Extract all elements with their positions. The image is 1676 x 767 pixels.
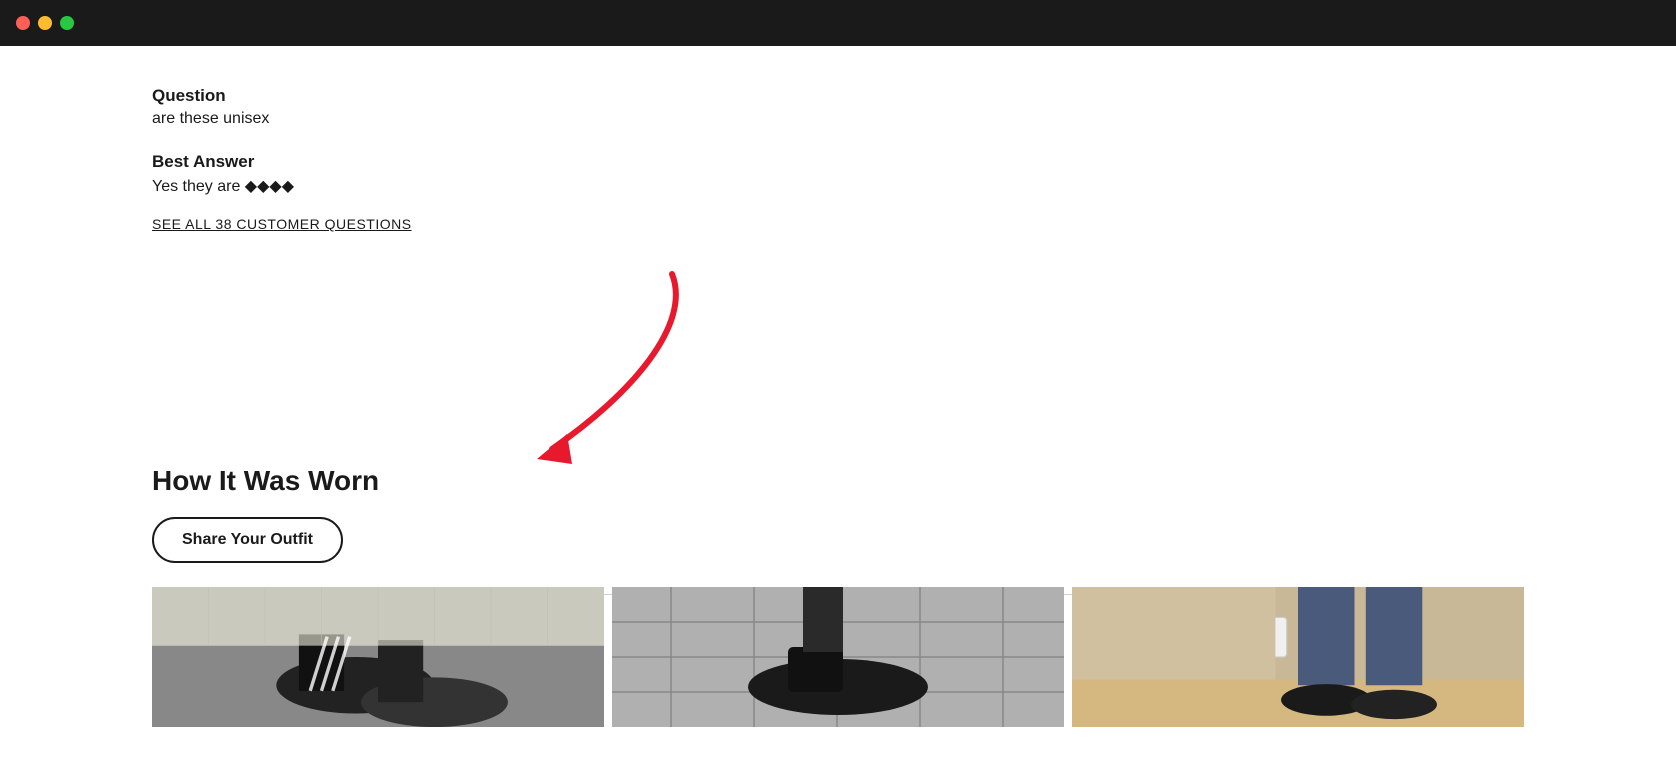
see-all-questions-link[interactable]: SEE ALL 38 CUSTOMER QUESTIONS [152, 216, 412, 232]
share-outfit-button[interactable]: Share Your Outfit [152, 517, 343, 563]
outfit-image-3[interactable]: $ 85 [1072, 587, 1524, 727]
best-answer-text: Yes they are ◆◆◆◆ [152, 176, 1524, 196]
close-button[interactable] [16, 16, 30, 30]
section-title: How It Was Worn [152, 465, 1524, 497]
divider-section [152, 264, 1524, 465]
question-text: are these unisex [152, 110, 1524, 128]
titlebar [0, 0, 1676, 46]
question-label: Question [152, 86, 1524, 106]
minimize-button[interactable] [38, 16, 52, 30]
outfit-images-row: $ 85 [152, 587, 1524, 727]
outfit-image-1[interactable] [152, 587, 604, 727]
qa-section: Question are these unisex Best Answer Ye… [152, 86, 1524, 234]
outfit-image-2[interactable] [612, 587, 1064, 727]
main-content: Question are these unisex Best Answer Ye… [0, 46, 1676, 767]
how-it-was-worn-section: How It Was Worn Share Your Outfit [152, 465, 1524, 727]
maximize-button[interactable] [60, 16, 74, 30]
annotation-arrow [152, 264, 752, 484]
arrow-container [152, 264, 1524, 464]
best-answer-label: Best Answer [152, 152, 1524, 172]
